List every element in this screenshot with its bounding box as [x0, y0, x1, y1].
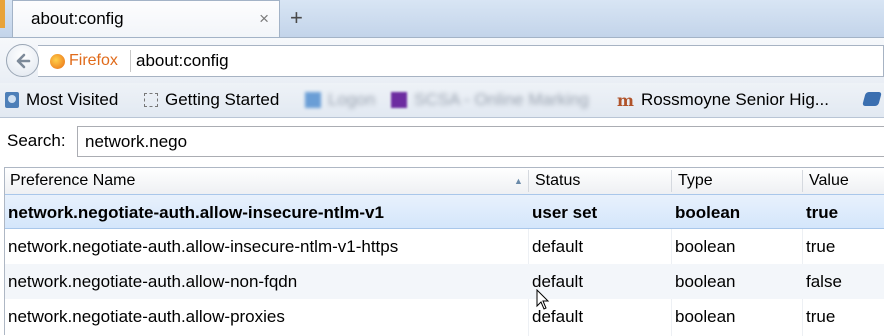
url-bar[interactable]: Firefox about:config — [38, 45, 884, 77]
firefox-logo-icon — [50, 53, 65, 69]
pref-status: default — [532, 237, 584, 256]
table-header: Preference Name ▲ Status Type Value — [5, 168, 884, 195]
column-divider[interactable] — [528, 170, 529, 192]
identity-box[interactable]: Firefox — [50, 50, 118, 72]
bookmarks-toolbar: Most Visited Getting Started Logon SCSA … — [0, 83, 884, 118]
pref-value: true — [806, 237, 836, 256]
new-tab-icon[interactable]: + — [290, 5, 303, 31]
blurred-site-icon — [305, 92, 321, 108]
pref-name: network.negotiate-auth.allow-insecure-nt… — [8, 203, 384, 222]
page-icon — [144, 93, 158, 107]
back-arrow-icon — [16, 53, 31, 69]
pref-name: network.negotiate-auth.allow-proxies — [8, 307, 285, 326]
firefox-menu-corner[interactable] — [0, 0, 5, 28]
bookmark-logon[interactable]: Logon — [305, 89, 375, 111]
pref-type: boolean — [675, 237, 736, 256]
tab-strip: about:config × + — [0, 0, 884, 37]
sort-ascending-icon: ▲ — [514, 176, 523, 186]
url-divider — [130, 50, 131, 72]
table-row[interactable]: network.negotiate-auth.allow-non-fqdn de… — [5, 264, 884, 299]
bookmark-label: Getting Started — [165, 90, 280, 109]
preferences-table: Preference Name ▲ Status Type Value netw… — [4, 167, 884, 336]
bookmark-label: Rossmoyne Senior Hig... — [640, 90, 829, 109]
bookmark-rossmoyne[interactable]: m Rossmoyne Senior Hig... — [617, 89, 829, 111]
url-text[interactable]: about:config — [136, 51, 229, 71]
pref-name: network.negotiate-auth.allow-non-fqdn — [8, 272, 298, 291]
bookmark-most-visited[interactable]: Most Visited — [5, 89, 118, 111]
pref-type: boolean — [675, 272, 736, 291]
column-header-name[interactable]: Preference Name — [10, 172, 135, 190]
bookmark-label: Most Visited — [26, 90, 119, 109]
back-button[interactable] — [6, 44, 39, 77]
tab-about-config[interactable]: about:config × — [12, 0, 280, 37]
pref-value: true — [806, 203, 839, 222]
table-row[interactable]: network.negotiate-auth.allow-insecure-nt… — [5, 194, 884, 229]
bookmark-label: Logon — [328, 90, 376, 109]
most-visited-icon — [5, 92, 19, 108]
close-tab-icon[interactable]: × — [259, 9, 269, 29]
bookmark-getting-started[interactable]: Getting Started — [144, 89, 279, 111]
pref-value: true — [806, 307, 836, 326]
column-header-type[interactable]: Type — [678, 172, 713, 190]
bookmark-overflow-icon[interactable] — [862, 92, 882, 106]
search-input[interactable] — [77, 126, 884, 157]
bookmark-scsa[interactable]: SCSA - Online Marking — [391, 89, 589, 111]
column-header-status[interactable]: Status — [535, 172, 580, 190]
pref-value: false — [806, 272, 842, 291]
table-row[interactable]: network.negotiate-auth.allow-insecure-nt… — [5, 229, 884, 264]
moodle-icon: m — [617, 90, 634, 110]
column-divider[interactable] — [802, 170, 803, 192]
pref-name: network.negotiate-auth.allow-insecure-nt… — [8, 237, 399, 256]
mouse-cursor-icon — [536, 289, 550, 310]
bookmark-label: SCSA - Online Marking — [414, 90, 589, 109]
pref-status: user set — [532, 203, 598, 222]
navigation-bar: Firefox about:config — [0, 37, 884, 84]
table-row[interactable]: network.negotiate-auth.allow-proxies def… — [5, 299, 884, 334]
column-divider[interactable] — [671, 170, 672, 192]
column-header-value[interactable]: Value — [809, 172, 849, 190]
identity-label: Firefox — [69, 52, 118, 69]
tab-title: about:config — [31, 9, 124, 28]
blurred-site-icon — [391, 92, 407, 108]
pref-type: boolean — [675, 203, 741, 222]
pref-type: boolean — [675, 307, 736, 326]
search-label: Search: — [7, 131, 66, 150]
